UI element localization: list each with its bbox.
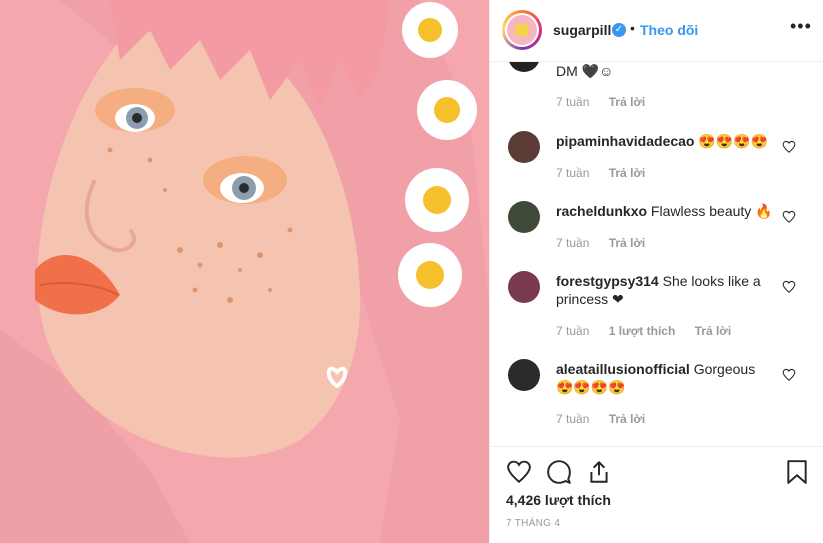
- comment-text: aleataillusionofficial Gorgeous 😍😍😍😍: [556, 361, 756, 395]
- comment-text: DM 🖤☺: [556, 63, 614, 79]
- like-count[interactable]: 4,426 lượt thích: [506, 492, 611, 508]
- post-photo[interactable]: [0, 0, 489, 543]
- post-date: 7 THÁNG 4: [506, 518, 561, 529]
- comment-meta: 7 tuần Trả lời: [556, 412, 661, 426]
- heart-icon[interactable]: [506, 459, 532, 485]
- comment-time: 7 tuần: [556, 166, 590, 180]
- comment-avatar[interactable]: [508, 131, 540, 163]
- reply-button[interactable]: Trả lời: [609, 412, 646, 426]
- reply-button[interactable]: Trả lời: [609, 166, 646, 180]
- comment-like-heart-icon[interactable]: [782, 140, 796, 154]
- comment-avatar[interactable]: [508, 62, 540, 72]
- comment-time: 7 tuần: [556, 412, 590, 426]
- comment-username[interactable]: forestgypsy314: [556, 273, 659, 289]
- comment-username[interactable]: pipaminhavidadecao: [556, 133, 694, 149]
- separator-dot: •: [630, 20, 635, 36]
- comment-meta: 7 tuần Trả lời: [556, 95, 661, 109]
- comment-time: 7 tuần: [556, 95, 590, 109]
- comment-text: pipaminhavidadecao 😍😍😍😍: [556, 133, 769, 149]
- comment-username[interactable]: aleataillusionofficial: [556, 361, 690, 377]
- reply-button[interactable]: Trả lời: [609, 236, 646, 250]
- comment-meta: 7 tuần Trả lời: [556, 236, 661, 250]
- comment-icon[interactable]: [546, 459, 572, 485]
- more-options-icon[interactable]: •••: [790, 16, 812, 37]
- reply-button[interactable]: Trả lời: [695, 324, 732, 338]
- comment-like-heart-icon[interactable]: [782, 368, 796, 382]
- portrait-image: [0, 0, 489, 543]
- comment-avatar[interactable]: [508, 271, 540, 303]
- comment-avatar[interactable]: [508, 359, 540, 391]
- comment-text: forestgypsy314 She looks like a princess…: [556, 273, 761, 307]
- post-actions: 4,426 lượt thích 7 THÁNG 4: [490, 446, 823, 543]
- share-icon[interactable]: [586, 459, 612, 485]
- comments-list[interactable]: DM 🖤☺ 7 tuần Trả lời pipaminhavidadecao …: [490, 62, 823, 446]
- comment-time: 7 tuần: [556, 324, 590, 338]
- comment-meta: 7 tuần 1 lượt thích Trả lời: [556, 324, 747, 338]
- comment-like-heart-icon[interactable]: [782, 280, 796, 294]
- comment-like-heart-icon[interactable]: [782, 210, 796, 224]
- bookmark-icon[interactable]: [786, 459, 808, 485]
- comment-time: 7 tuần: [556, 236, 590, 250]
- reply-button[interactable]: Trả lời: [609, 95, 646, 109]
- comment-avatar[interactable]: [508, 201, 540, 233]
- post-header: sugarpill ✓ • Theo dõi •••: [490, 0, 823, 62]
- post-sidebar: sugarpill ✓ • Theo dõi ••• DM 🖤☺ 7 tuần …: [489, 0, 823, 543]
- comment-text: racheldunkxo Flawless beauty 🔥: [556, 203, 773, 219]
- avatar[interactable]: [502, 10, 542, 50]
- comment-meta: 7 tuần Trả lời: [556, 166, 661, 180]
- comment-username[interactable]: racheldunkxo: [556, 203, 647, 219]
- follow-button[interactable]: Theo dõi: [640, 22, 698, 38]
- username-link[interactable]: sugarpill: [553, 22, 611, 38]
- verified-badge-icon: ✓: [612, 23, 626, 37]
- comment-like-count[interactable]: 1 lượt thích: [609, 324, 676, 338]
